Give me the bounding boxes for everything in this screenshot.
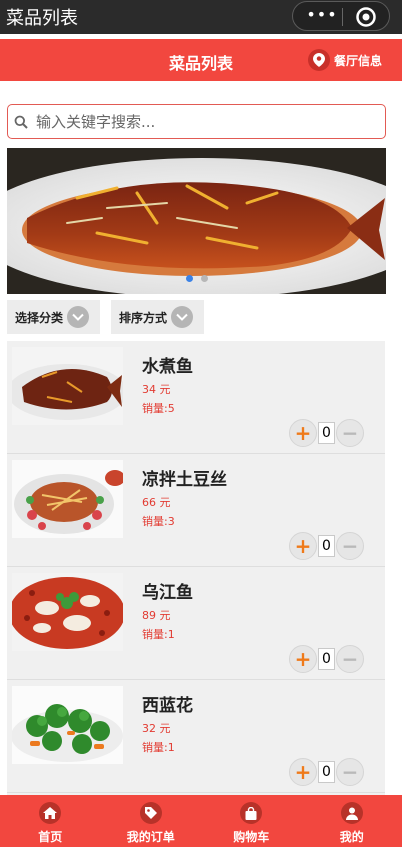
minus-icon[interactable]: −: [336, 758, 364, 786]
restaurant-info-label: 餐厅信息: [334, 53, 383, 68]
quantity-stepper: + 0 −: [289, 419, 365, 447]
quantity-value: 0: [318, 761, 335, 783]
dish-sales: 销量:1: [142, 628, 175, 641]
dish-price: 32 元: [142, 722, 171, 735]
quantity-value: 0: [318, 422, 335, 444]
plus-icon[interactable]: +: [289, 419, 317, 447]
chevron-down-icon: [67, 306, 90, 328]
capsule-divider: [342, 8, 343, 26]
category-filter-label: 选择分类: [15, 310, 64, 325]
search-icon: [14, 115, 28, 129]
quantity-stepper: + 0 −: [289, 645, 365, 673]
restaurant-info-button[interactable]: 餐厅信息: [308, 49, 382, 71]
banner-fish-image: [7, 148, 386, 294]
page-header: 菜品列表 餐厅信息: [0, 39, 402, 81]
minus-icon[interactable]: −: [336, 645, 364, 673]
banner-carousel[interactable]: [7, 148, 386, 294]
bottom-tab-bar: 首页 我的订单 购物车 我的: [0, 795, 402, 847]
carousel-indicators: [7, 275, 386, 282]
minus-icon[interactable]: −: [336, 419, 364, 447]
user-icon: [340, 802, 363, 824]
dish-image: [12, 573, 123, 651]
home-icon: [39, 802, 62, 824]
close-target-icon[interactable]: [355, 6, 377, 28]
search-input[interactable]: [36, 110, 376, 134]
order-tag-icon: [139, 802, 162, 824]
plus-icon[interactable]: +: [289, 758, 317, 786]
tab-label: 购物车: [233, 830, 270, 844]
dish-name: 水煮鱼: [142, 357, 193, 377]
dish-image: [12, 686, 123, 764]
location-pin-icon: [308, 49, 330, 71]
more-menu-icon[interactable]: •••: [305, 7, 339, 23]
mini-program-capsule: •••: [292, 1, 390, 31]
dish-item[interactable]: 凉拌土豆丝 66 元 销量:3 + 0 −: [7, 454, 385, 567]
tab-profile[interactable]: 我的: [302, 795, 402, 847]
sort-filter-label: 排序方式: [119, 310, 168, 325]
search-bar: [7, 104, 386, 139]
dish-item[interactable]: 乌江鱼 89 元 销量:1 + 0 −: [7, 567, 385, 680]
system-title-bar: 菜品列表 •••: [0, 0, 402, 34]
sort-filter-button[interactable]: 排序方式: [111, 300, 204, 334]
quantity-value: 0: [318, 535, 335, 557]
carousel-dot[interactable]: [185, 275, 193, 282]
plus-icon[interactable]: +: [289, 645, 317, 673]
chevron-down-icon: [171, 306, 194, 328]
dish-price: 89 元: [142, 609, 171, 622]
dish-image: [12, 347, 123, 425]
quantity-stepper: + 0 −: [289, 532, 365, 560]
tab-label: 我的: [339, 830, 364, 844]
category-filter-button[interactable]: 选择分类: [7, 300, 100, 334]
tab-cart[interactable]: 购物车: [201, 795, 302, 847]
dish-price: 34 元: [142, 383, 171, 396]
shopping-bag-icon: [240, 802, 263, 824]
dish-sales: 销量:3: [142, 515, 175, 528]
quantity-value: 0: [318, 648, 335, 670]
tab-home[interactable]: 首页: [0, 795, 101, 847]
dish-price: 66 元: [142, 496, 171, 509]
tab-label: 我的订单: [126, 830, 175, 844]
dish-image: [12, 460, 123, 538]
carousel-dot[interactable]: [200, 275, 208, 282]
dish-item[interactable]: 西蓝花 32 元 销量:1 + 0 −: [7, 680, 385, 793]
window-title: 菜品列表: [6, 8, 78, 29]
minus-icon[interactable]: −: [336, 532, 364, 560]
dish-sales: 销量:5: [142, 402, 175, 415]
dish-list: 水煮鱼 34 元 销量:5 + 0 − 凉拌土豆丝 66 元 销量:3 + 0 …: [7, 341, 385, 795]
dish-item[interactable]: 水煮鱼 34 元 销量:5 + 0 −: [7, 341, 385, 454]
dish-name: 乌江鱼: [142, 583, 193, 603]
dish-name: 西蓝花: [142, 696, 193, 716]
dish-name: 凉拌土豆丝: [142, 470, 227, 490]
plus-icon[interactable]: +: [289, 532, 317, 560]
tab-label: 首页: [38, 830, 63, 844]
tab-my-orders[interactable]: 我的订单: [101, 795, 202, 847]
quantity-stepper: + 0 −: [289, 758, 365, 786]
dish-sales: 销量:1: [142, 741, 175, 754]
